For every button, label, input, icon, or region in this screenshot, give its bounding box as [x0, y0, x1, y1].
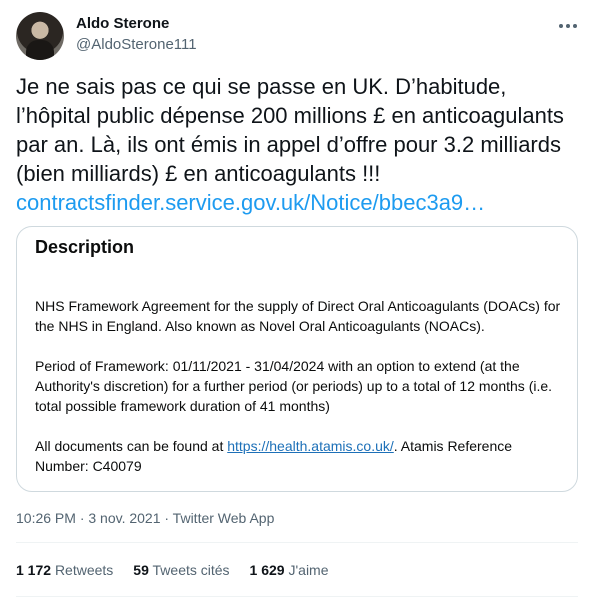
quote-tweets-stat[interactable]: 59 Tweets cités: [133, 562, 229, 578]
quotes-label: Tweets cités: [152, 562, 230, 578]
likes-count: 1 629: [249, 562, 285, 578]
retweets-label: Retweets: [54, 562, 114, 578]
card-paragraph-1: NHS Framework Agreement for the supply o…: [35, 298, 561, 334]
card-title: Description: [35, 237, 135, 257]
dot: [573, 24, 577, 28]
card-content: Description NHS Framework Agreement for …: [35, 237, 565, 491]
tweet-timestamp[interactable]: 10:26 PM · 3 nov. 2021 · Twitter Web App: [16, 510, 274, 526]
card-text-before-link: All documents can be found at: [35, 438, 228, 454]
author-name[interactable]: Aldo Sterone: [76, 15, 169, 32]
quotes-count: 59: [133, 562, 149, 578]
likes-label: J'aime: [288, 562, 329, 578]
tweet-link[interactable]: contractsfinder.service.gov.uk/Notice/bb…: [16, 190, 485, 215]
divider: [16, 542, 578, 543]
card-paragraph-2: Period of Framework: 01/11/2021 - 31/04/…: [35, 358, 553, 414]
likes-stat[interactable]: 1 629 J'aime: [250, 562, 329, 578]
avatar[interactable]: [16, 12, 64, 60]
tweet-header: Aldo Sterone @AldoSterone111: [16, 12, 580, 60]
card-paragraph-3: All documents can be found at https://he…: [35, 436, 565, 476]
tweet-stats: 1 172 Retweets 59 Tweets cités 1 629 J'a…: [16, 562, 329, 578]
tweet-body: Je ne sais pas ce qui se passe en UK. D’…: [16, 74, 564, 186]
retweets-count: 1 172: [16, 562, 52, 578]
card-documents-link[interactable]: https://health.atamis.co.uk/: [227, 438, 394, 454]
more-options-icon[interactable]: [556, 16, 580, 36]
link-preview-card[interactable]: Description NHS Framework Agreement for …: [16, 226, 578, 492]
dot: [566, 24, 570, 28]
tweet-text: Je ne sais pas ce qui se passe en UK. D’…: [16, 72, 578, 217]
divider: [16, 596, 578, 597]
retweets-stat[interactable]: 1 172 Retweets: [16, 562, 113, 578]
author-handle[interactable]: @AldoSterone111: [76, 36, 197, 53]
dot: [559, 24, 563, 28]
